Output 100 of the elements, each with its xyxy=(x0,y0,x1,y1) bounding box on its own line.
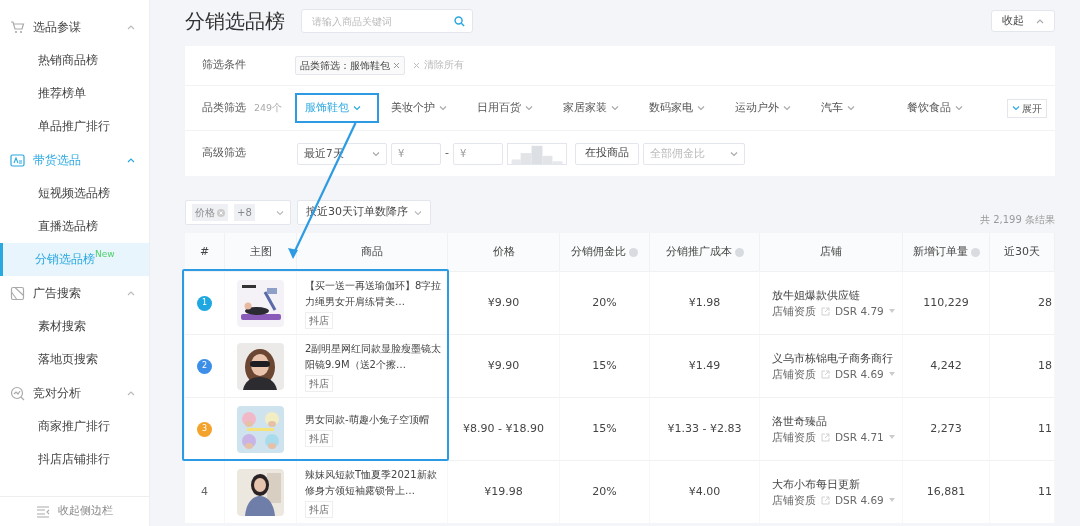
chevron-down-icon xyxy=(414,209,422,216)
sidebar-item[interactable]: 推荐榜单 xyxy=(0,77,149,110)
chevron-down-icon xyxy=(847,105,855,111)
collapse-icon xyxy=(36,505,50,518)
external-link-icon[interactable] xyxy=(821,306,830,316)
sidebar-group-label: 选品参谋 xyxy=(33,19,82,36)
sidebar-item[interactable]: 落地页搜索 xyxy=(0,343,149,376)
new-label: New xyxy=(95,248,115,259)
shop-qualification-link[interactable]: 店铺资质 xyxy=(772,303,816,319)
sidebar-group[interactable]: 选品参谋 xyxy=(0,10,149,44)
more-tags-chip: +8 xyxy=(234,204,255,221)
product-title[interactable]: 辣妹风短款T恤夏季2021新款修身方领短袖露锁骨上… xyxy=(305,466,443,499)
video-icon xyxy=(10,152,25,168)
category-option[interactable]: 餐饮食品 xyxy=(897,93,981,123)
info-icon[interactable] xyxy=(734,247,744,257)
external-link-icon[interactable] xyxy=(821,369,830,379)
category-option[interactable]: 汽车 xyxy=(811,93,895,123)
chevron-icon xyxy=(730,150,738,157)
shop-qualification-link[interactable]: 店铺资质 xyxy=(772,429,816,445)
rank-badge: 2 xyxy=(197,358,212,374)
cost-cell-text: ¥4.00 xyxy=(688,483,721,500)
external-link-icon[interactable] xyxy=(821,432,830,442)
rank-badge: 3 xyxy=(197,421,212,437)
platform-tag: 抖店 xyxy=(305,500,333,518)
platform-tag: 抖店 xyxy=(305,374,333,392)
platform-tag: 抖店 xyxy=(305,311,333,329)
chevron-down-icon xyxy=(955,105,963,111)
collapse-button[interactable]: 收起 xyxy=(991,10,1055,32)
commission-cell-text: 20% xyxy=(592,294,617,311)
rank-number: 4 xyxy=(201,483,208,500)
sidebar-group[interactable]: 竞对分析 xyxy=(0,376,149,410)
sidebar-group-label: 带货选品 xyxy=(33,152,82,169)
external-link-icon[interactable] xyxy=(821,495,830,505)
caret-icon[interactable] xyxy=(888,372,895,376)
filter-tag[interactable]: 品类筛选：服饰鞋包 xyxy=(295,56,405,75)
dsr-score: DSR 4.69 xyxy=(835,493,884,508)
column-header[interactable]: 新增订单量 xyxy=(903,233,990,271)
sidebar-group[interactable]: 广告搜索 xyxy=(0,276,149,310)
column-header[interactable]: 分销佣金比 xyxy=(560,233,650,271)
column-header[interactable]: 主图 xyxy=(225,233,297,271)
category-option[interactable]: 美妆个护 xyxy=(381,93,465,123)
column-header[interactable]: 价格 xyxy=(448,233,560,271)
chevron-icon xyxy=(372,150,380,157)
commission-cell-text: 15% xyxy=(592,357,617,374)
chevron-up-icon xyxy=(1036,18,1044,24)
category-option[interactable]: 日用百货 xyxy=(467,93,551,123)
range-separator: - xyxy=(445,145,449,162)
price-min-field[interactable]: ¥ xyxy=(391,142,441,165)
sidebar-item[interactable]: 短视频选品榜 xyxy=(0,177,149,210)
shop-name[interactable]: 义乌市栋锦电子商务商行 xyxy=(772,350,893,366)
column-header[interactable]: 分销推广成本 xyxy=(650,233,760,271)
expand-button[interactable]: 展开 xyxy=(1007,98,1047,118)
orders-cell-text: 4,242 xyxy=(930,357,962,374)
sidebar-item[interactable]: 热销商品榜 xyxy=(0,44,149,77)
sidebar-item[interactable]: 直播选品榜 xyxy=(0,210,149,243)
product-title[interactable]: 【买一送一再送瑜伽环】8字拉力绳男女开肩练臂美… xyxy=(305,277,443,310)
sidebar-group-label: 广告搜索 xyxy=(33,285,82,302)
table-cell-text: 11 xyxy=(1038,420,1052,437)
cost-cell-text: ¥1.33 - ¥2.83 xyxy=(667,420,742,437)
price-max-field[interactable]: ¥ xyxy=(453,142,503,165)
close-icon[interactable] xyxy=(393,62,400,69)
category-count: 249个 xyxy=(254,100,283,115)
sidebar-item[interactable]: 商家推广排行 xyxy=(0,410,149,443)
chevron-down-icon xyxy=(439,105,447,111)
product-title[interactable]: 2副明星网红同款显脸瘦墨镜太阳镜9.9M（送2个擦… xyxy=(305,340,443,373)
page-title: 分销选品榜 xyxy=(185,8,285,35)
caret-icon[interactable] xyxy=(888,498,895,502)
category-option[interactable]: 家居家装 xyxy=(553,93,637,123)
sidebar-item[interactable]: 素材搜索 xyxy=(0,310,149,343)
product-title[interactable]: 男女同款-萌趣小兔子空顶帽 xyxy=(305,411,429,428)
cost-cell-text: ¥1.49 xyxy=(688,357,721,374)
sidebar-item[interactable]: 单品推广排行 xyxy=(0,110,149,143)
commission-cell-text: 20% xyxy=(592,483,617,500)
category-option[interactable]: 运动户外 xyxy=(725,93,809,123)
column-header[interactable]: 商品 xyxy=(297,233,448,271)
close-icon[interactable] xyxy=(217,208,225,217)
orders-cell-text: 110,229 xyxy=(923,294,969,311)
chevron-down-icon xyxy=(1012,105,1020,111)
info-icon[interactable] xyxy=(629,247,638,257)
column-header[interactable]: 店铺 xyxy=(760,233,903,271)
shop-name[interactable]: 放牛姐爆款供应链 xyxy=(772,287,860,303)
category-option[interactable]: 数码家电 xyxy=(639,93,723,123)
caret-icon[interactable] xyxy=(888,309,895,313)
result-count: 共 2,199 条结果 xyxy=(980,213,1055,227)
shop-qualification-link[interactable]: 店铺资质 xyxy=(772,492,816,508)
shop-qualification-link[interactable]: 店铺资质 xyxy=(772,366,816,382)
chevron-down-icon xyxy=(783,105,791,111)
caret-icon[interactable] xyxy=(888,435,895,439)
shop-name[interactable]: 洛世奇臻品 xyxy=(772,413,827,429)
histogram-icon[interactable] xyxy=(507,142,567,165)
sidebar-item[interactable]: 抖店店铺排行 xyxy=(0,443,149,476)
commission-cell-text: 15% xyxy=(592,420,617,437)
magnifier-chart-icon xyxy=(10,385,25,401)
status-toggle[interactable]: 在投商品 xyxy=(575,142,639,165)
column-header[interactable]: # xyxy=(185,233,225,271)
close-icon[interactable] xyxy=(413,62,420,69)
shop-name[interactable]: 大布小布每日更新 xyxy=(772,476,860,492)
sidebar-group-label: 竞对分析 xyxy=(33,385,82,402)
column-header[interactable]: 近30天 xyxy=(990,233,1055,271)
info-icon[interactable] xyxy=(970,247,980,257)
